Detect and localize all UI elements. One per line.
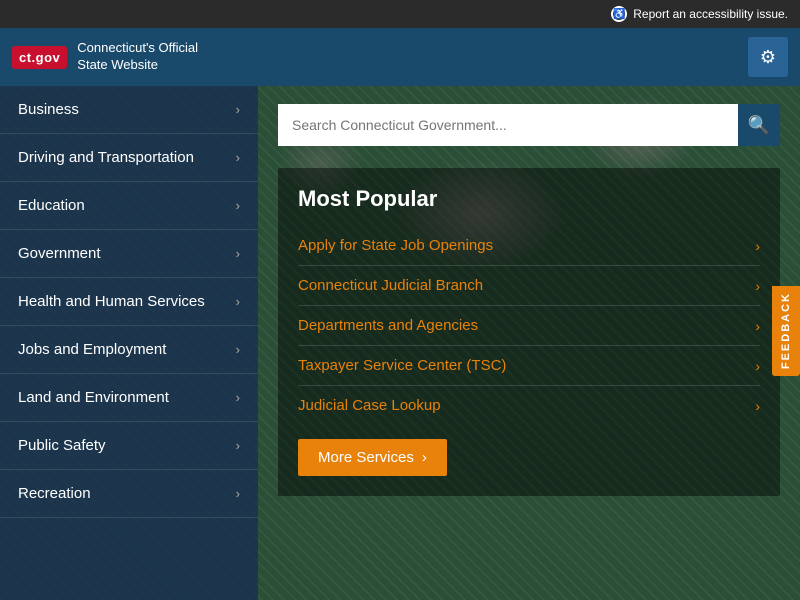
sidebar-item-business[interactable]: Business › xyxy=(0,86,258,134)
logo-line2: State Website xyxy=(77,57,158,72)
popular-item-text: Apply for State Job Openings xyxy=(298,237,493,254)
accessibility-icon: ♿ xyxy=(611,6,627,22)
sidebar-item-health[interactable]: Health and Human Services › xyxy=(0,278,258,326)
sidebar-nav: Business › Driving and Transportation › … xyxy=(0,86,258,600)
search-input[interactable] xyxy=(278,104,738,146)
chevron-right-icon: › xyxy=(236,294,240,309)
sidebar-item-label: Driving and Transportation xyxy=(18,138,236,178)
popular-item-text: Taxpayer Service Center (TSC) xyxy=(298,357,506,374)
search-icon: 🔍 xyxy=(748,115,770,136)
sidebar-item-label: Jobs and Employment xyxy=(18,330,236,370)
chevron-right-icon: › xyxy=(236,150,240,165)
sidebar-item-label: Health and Human Services xyxy=(18,282,236,322)
sidebar-item-jobs[interactable]: Jobs and Employment › xyxy=(0,326,258,374)
most-popular-panel: Most Popular Apply for State Job Opening… xyxy=(278,168,780,496)
chevron-right-icon: › xyxy=(236,198,240,213)
sidebar-item-driving[interactable]: Driving and Transportation › xyxy=(0,134,258,182)
accessibility-bar: ♿ Report an accessibility issue. xyxy=(0,0,800,28)
sidebar-item-safety[interactable]: Public Safety › xyxy=(0,422,258,470)
sidebar-item-recreation[interactable]: Recreation › xyxy=(0,470,258,518)
more-services-label: More Services xyxy=(318,449,414,466)
chevron-right-icon: › xyxy=(755,318,760,334)
logo-line1: Connecticut's Official xyxy=(77,40,198,55)
sidebar-item-land[interactable]: Land and Environment › xyxy=(0,374,258,422)
logo-badge: ct.gov xyxy=(12,46,67,69)
popular-item[interactable]: Connecticut Judicial Branch › xyxy=(298,266,760,306)
logo-text: Connecticut's Official State Website xyxy=(77,40,198,74)
sidebar-item-label: Recreation xyxy=(18,474,236,514)
chevron-right-icon: › xyxy=(236,486,240,501)
more-services-button[interactable]: More Services › xyxy=(298,439,447,476)
chevron-right-icon: › xyxy=(755,278,760,294)
more-services-chevron: › xyxy=(422,449,427,466)
sidebar-item-label: Business xyxy=(18,90,236,130)
sidebar-item-government[interactable]: Government › xyxy=(0,230,258,278)
settings-button[interactable]: ⚙ xyxy=(748,37,788,77)
popular-item-text: Connecticut Judicial Branch xyxy=(298,277,483,294)
popular-item[interactable]: Departments and Agencies › xyxy=(298,306,760,346)
chevron-right-icon: › xyxy=(236,390,240,405)
chevron-right-icon: › xyxy=(755,398,760,414)
site-header: ct.gov Connecticut's Official State Webs… xyxy=(0,28,800,86)
chevron-right-icon: › xyxy=(236,438,240,453)
sidebar-item-education[interactable]: Education › xyxy=(0,182,258,230)
feedback-tab[interactable]: FEEDBACK xyxy=(772,286,800,376)
feedback-label: FEEDBACK xyxy=(780,292,792,369)
search-bar: 🔍 xyxy=(278,104,780,146)
popular-item[interactable]: Judicial Case Lookup › xyxy=(298,386,760,425)
chevron-right-icon: › xyxy=(755,358,760,374)
sidebar-item-label: Public Safety xyxy=(18,426,236,466)
main-content: Business › Driving and Transportation › … xyxy=(0,86,800,600)
popular-item[interactable]: Apply for State Job Openings › xyxy=(298,226,760,266)
search-button[interactable]: 🔍 xyxy=(738,104,780,146)
sidebar-item-label: Land and Environment xyxy=(18,378,236,418)
sidebar-item-label: Education xyxy=(18,186,236,226)
chevron-right-icon: › xyxy=(236,102,240,117)
chevron-right-icon: › xyxy=(755,238,760,254)
popular-item[interactable]: Taxpayer Service Center (TSC) › xyxy=(298,346,760,386)
chevron-right-icon: › xyxy=(236,342,240,357)
content-area: 🔍 Most Popular Apply for State Job Openi… xyxy=(258,86,800,600)
gear-icon: ⚙ xyxy=(760,47,776,68)
accessibility-link[interactable]: Report an accessibility issue. xyxy=(633,7,788,21)
popular-item-text: Departments and Agencies xyxy=(298,317,478,334)
header-logo: ct.gov Connecticut's Official State Webs… xyxy=(12,40,198,74)
most-popular-title: Most Popular xyxy=(298,186,760,212)
sidebar-item-label: Government xyxy=(18,234,236,274)
popular-item-text: Judicial Case Lookup xyxy=(298,397,441,414)
chevron-right-icon: › xyxy=(236,246,240,261)
